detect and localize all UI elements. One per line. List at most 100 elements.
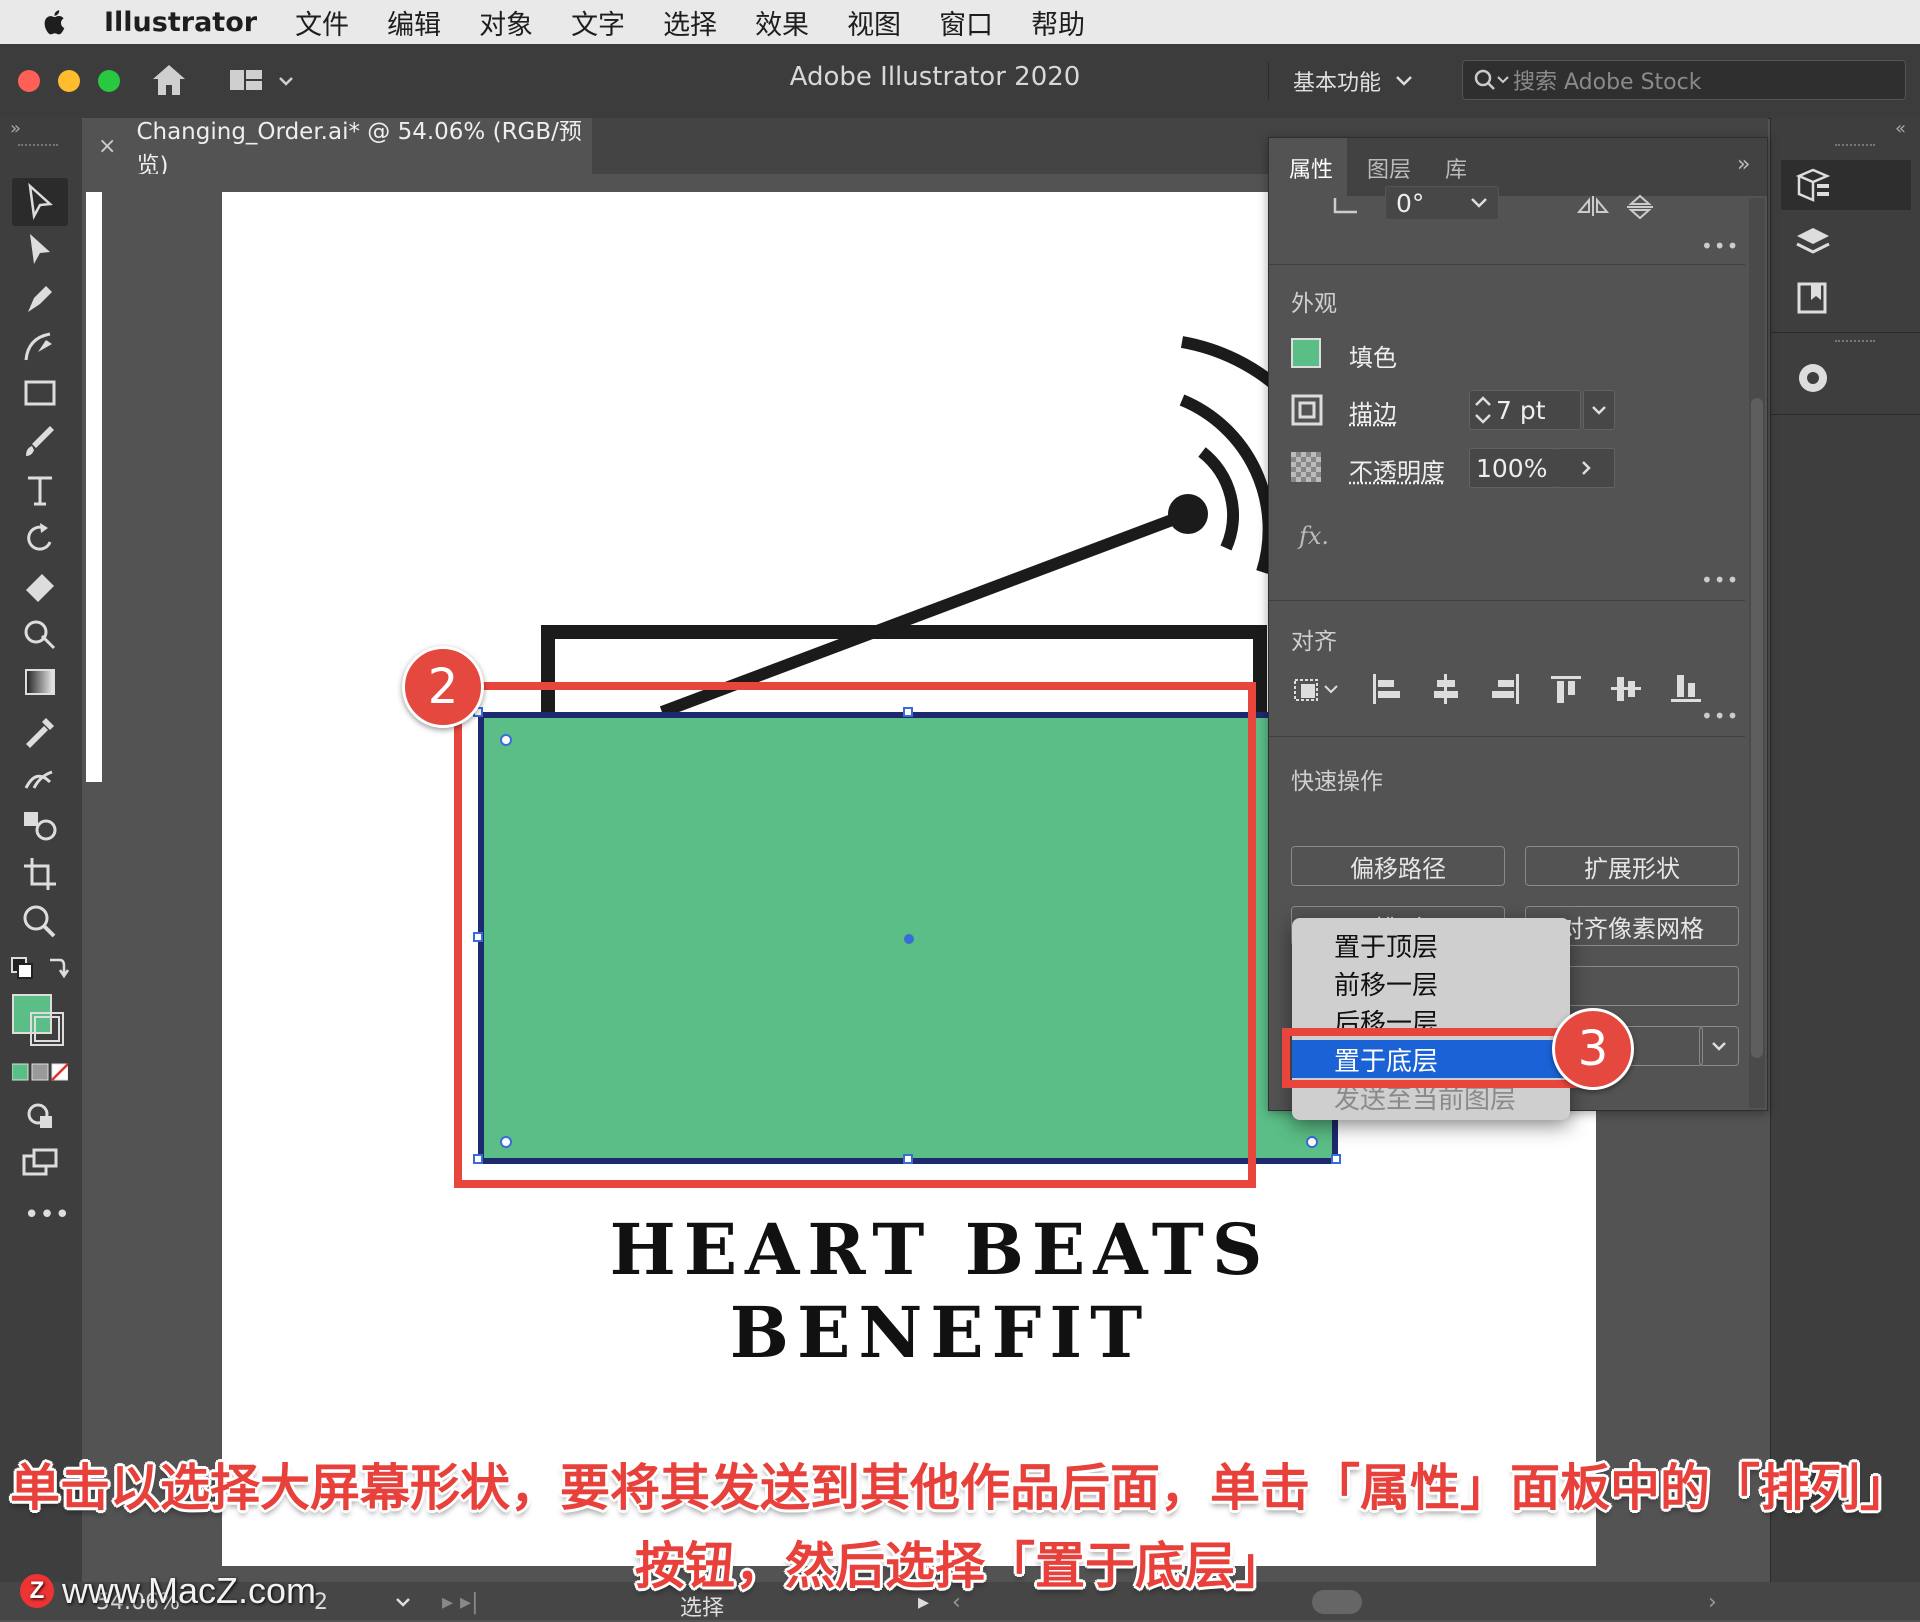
quick-actions-title: 快速操作	[1291, 762, 1383, 796]
menu-edit[interactable]: 编辑	[387, 3, 441, 42]
align-left-icon[interactable]	[1369, 672, 1403, 706]
section-divider	[1269, 736, 1745, 737]
adjacent-artboard-edge	[86, 192, 102, 782]
menu-select[interactable]: 选择	[663, 3, 717, 42]
dock-grip[interactable]	[1835, 144, 1875, 152]
flip-vertical-icon[interactable]	[1623, 194, 1657, 220]
color-guide-panel-icon[interactable]	[1793, 358, 1833, 398]
paintbrush-tool-icon[interactable]	[20, 422, 60, 462]
stroke-label[interactable]: 描边	[1349, 394, 1397, 429]
collapse-dock-icon[interactable]: «	[1895, 118, 1906, 139]
panel-menu-icon[interactable]: »	[1737, 152, 1750, 177]
menu-item-bring-to-front[interactable]: 置于顶层	[1292, 926, 1570, 964]
align-horizontal-center-icon[interactable]	[1429, 672, 1463, 706]
menu-app-name[interactable]: Illustrator	[104, 7, 257, 38]
menu-help[interactable]: 帮助	[1031, 3, 1085, 42]
menu-effect[interactable]: 效果	[755, 3, 809, 42]
pen-tool-icon[interactable]	[20, 278, 60, 318]
document-tab[interactable]: × Changing_Order.ai* @ 54.06% (RGB/预览)	[82, 118, 592, 174]
properties-panel-icon[interactable]	[1793, 166, 1833, 206]
libraries-panel-icon[interactable]	[1793, 278, 1833, 318]
eyedropper-tool-icon[interactable]	[20, 710, 60, 750]
stroke-weight-field[interactable]: 7 pt	[1469, 390, 1581, 430]
offset-path-button[interactable]: 偏移路径	[1291, 846, 1505, 886]
rotate-tool-icon[interactable]	[20, 518, 60, 558]
corner-widget[interactable]	[1306, 1136, 1318, 1148]
right-panel-dock: «	[1770, 118, 1920, 1620]
workspace-switcher[interactable]: 基本功能	[1268, 62, 1413, 100]
collapse-toolbar-icon[interactable]: »	[10, 118, 21, 139]
stroke-weight-dropdown[interactable]	[1583, 390, 1615, 430]
type-tool-icon[interactable]	[20, 470, 60, 510]
transform-more-options[interactable]: •••	[1701, 234, 1739, 258]
arrange-context-menu: 置于顶层 前移一层 后移一层 置于底层 发送至当前图层	[1292, 918, 1570, 1120]
chevron-down-icon[interactable]	[1469, 196, 1489, 210]
align-more-options[interactable]: •••	[1701, 704, 1739, 728]
chevron-right-icon	[1580, 459, 1592, 477]
curvature-tool-icon[interactable]	[20, 326, 60, 366]
fill-label: 填色	[1349, 338, 1397, 373]
document-tab-label: Changing_Order.ai* @ 54.06% (RGB/预览)	[136, 112, 592, 180]
menu-file[interactable]: 文件	[295, 3, 349, 42]
apple-icon[interactable]	[42, 8, 66, 36]
rectangle-tool-icon[interactable]	[20, 374, 60, 414]
section-divider	[1269, 600, 1745, 601]
quick-action-dropdown[interactable]	[1699, 1026, 1739, 1066]
fx-effects-button[interactable]: fx.	[1299, 522, 1329, 550]
site-watermark: Z www.MacZ.com	[20, 1570, 316, 1612]
layers-panel-icon[interactable]	[1793, 222, 1833, 262]
annotation-badge-step-2: 2	[402, 646, 484, 728]
artboard-tool-icon[interactable]	[20, 854, 60, 894]
annotation-highlight-shape	[454, 682, 1256, 1188]
opacity-value: 100%	[1476, 454, 1547, 483]
expand-shape-button[interactable]: 扩展形状	[1525, 846, 1739, 886]
close-tab-icon[interactable]: ×	[98, 134, 116, 159]
direct-selection-tool-icon[interactable]	[20, 230, 60, 270]
fill-swatch[interactable]	[1291, 338, 1321, 368]
artwork-headline[interactable]: HEART BEATS BENEFIT	[440, 1208, 1440, 1374]
color-mode-icon[interactable]	[12, 1062, 68, 1082]
tools-panel: » •••	[0, 118, 83, 1620]
symbol-sprayer-tool-icon[interactable]	[20, 806, 60, 846]
gradient-tool-icon[interactable]	[20, 662, 60, 702]
screen-mode-icon[interactable]	[20, 1144, 60, 1184]
edit-toolbar-icon[interactable]: •••	[24, 1200, 70, 1230]
stroke-swatch[interactable]	[1291, 394, 1323, 426]
align-section-title: 对齐	[1291, 622, 1337, 656]
selection-tool-icon[interactable]	[20, 182, 60, 222]
draw-mode-icon[interactable]	[20, 1096, 60, 1136]
panel-scrollbar-thumb[interactable]	[1751, 398, 1763, 1058]
menu-type[interactable]: 文字	[571, 3, 625, 42]
toolbar-grip[interactable]	[18, 144, 58, 152]
dock-grip[interactable]	[1835, 340, 1875, 348]
align-to-selection-icon[interactable]	[1291, 672, 1341, 706]
menu-view[interactable]: 视图	[847, 3, 901, 42]
align-vertical-center-icon[interactable]	[1609, 672, 1643, 706]
stock-search-input[interactable]: 搜索 Adobe Stock	[1462, 60, 1906, 100]
stock-search-placeholder: 搜索 Adobe Stock	[1513, 64, 1701, 96]
bounding-handle-br[interactable]	[1331, 1154, 1341, 1164]
eraser-tool-icon[interactable]	[20, 566, 60, 606]
menu-window[interactable]: 窗口	[939, 3, 993, 42]
tab-libraries[interactable]: 库	[1445, 152, 1467, 184]
align-right-icon[interactable]	[1489, 672, 1523, 706]
opacity-label[interactable]: 不透明度	[1349, 452, 1445, 487]
zoom-tool-icon[interactable]	[20, 902, 60, 942]
menu-object[interactable]: 对象	[479, 3, 533, 42]
stepper-icon[interactable]	[1470, 393, 1496, 427]
appearance-more-options[interactable]: •••	[1701, 568, 1739, 592]
puppet-warp-tool-icon[interactable]	[20, 758, 60, 798]
properties-panel-header: 属性 图层 库 »	[1269, 138, 1767, 196]
align-bottom-icon[interactable]	[1669, 672, 1703, 706]
align-top-icon[interactable]	[1549, 672, 1583, 706]
stroke-color-swatch[interactable]	[30, 1012, 64, 1046]
watermark-logo-icon: Z	[20, 1574, 54, 1608]
default-swap-colors-icon[interactable]	[10, 954, 70, 984]
menu-item-bring-forward[interactable]: 前移一层	[1292, 964, 1570, 1002]
opacity-slider-button[interactable]	[1557, 448, 1615, 488]
flip-horizontal-icon[interactable]	[1577, 194, 1611, 218]
tab-layers[interactable]: 图层	[1367, 152, 1411, 184]
chevron-down-icon	[1590, 404, 1608, 416]
tab-properties[interactable]: 属性	[1289, 152, 1333, 184]
shape-builder-tool-icon[interactable]	[20, 614, 60, 654]
